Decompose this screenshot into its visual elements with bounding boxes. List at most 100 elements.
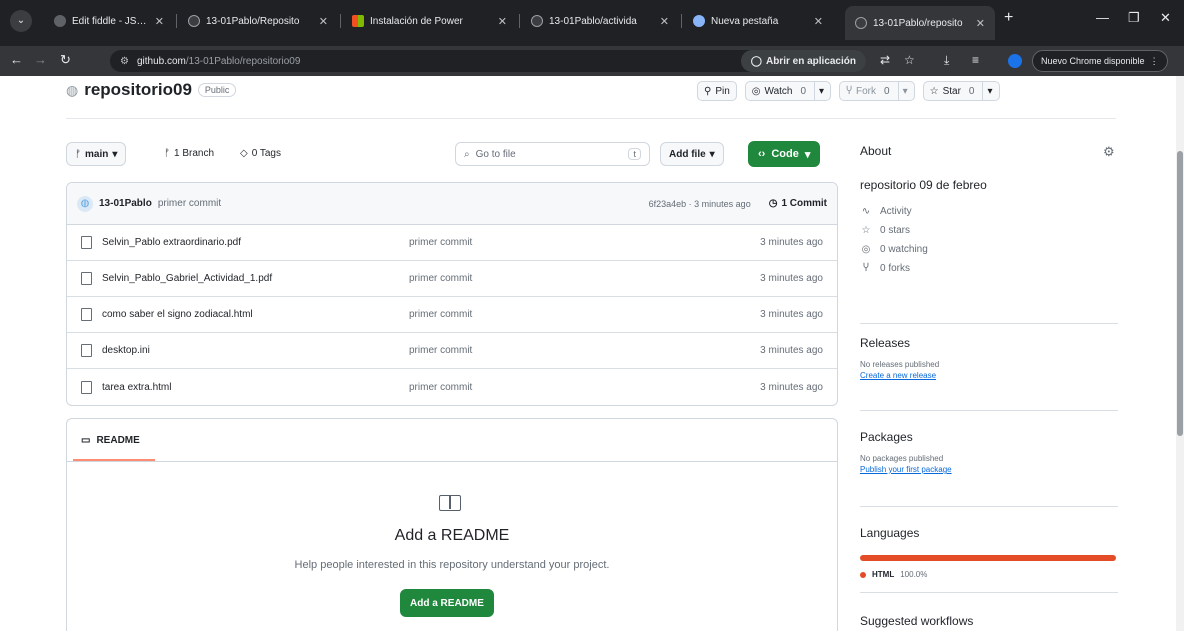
new-tab-icon[interactable]: + — [1004, 9, 1013, 27]
browser-tab[interactable]: 13-01Pablo/Reposito ✕ — [178, 6, 338, 36]
go-to-file-input[interactable]: ⌕ Go to file t — [455, 142, 650, 166]
file-row[interactable]: desktop.ini primer commit 3 minutes ago — [67, 333, 837, 369]
kebab-menu-icon[interactable]: ⋮ — [1150, 56, 1159, 67]
file-commit-message[interactable]: primer commit — [409, 309, 760, 320]
reload-icon[interactable]: ↻ — [60, 52, 71, 68]
chevron-down-icon[interactable]: ▾ — [819, 86, 824, 97]
browser-tab[interactable]: 13-01Pablo/activida ✕ — [521, 6, 679, 36]
file-commit-message[interactable]: primer commit — [409, 237, 760, 248]
file-time: 3 minutes ago — [760, 309, 823, 320]
activity-link[interactable]: ∿ Activity — [860, 206, 1122, 217]
book-open-icon: ▭ — [81, 434, 91, 446]
language-item[interactable]: HTML 100.0% — [860, 570, 927, 579]
chevron-down-icon[interactable]: ▾ — [903, 86, 908, 97]
file-row[interactable]: Selvin_Pablo extraordinario.pdf primer c… — [67, 225, 837, 261]
repo-description: repositorio 09 de febreo — [860, 178, 987, 192]
file-row[interactable]: tarea extra.html primer commit 3 minutes… — [67, 369, 837, 405]
forks-label: 0 forks — [880, 263, 911, 274]
scrollbar-thumb[interactable] — [1177, 151, 1183, 436]
page-scrollbar[interactable] — [1176, 76, 1184, 631]
close-tab-icon[interactable]: ✕ — [660, 15, 669, 28]
bookmark-star-icon[interactable]: ☆ — [904, 53, 915, 67]
readme-divider — [67, 461, 837, 462]
profile-avatar[interactable] — [1008, 54, 1022, 68]
file-commit-message[interactable]: primer commit — [409, 382, 760, 393]
address-bar[interactable]: ⚙ github.com/13-01Pablo/repositorio09 ◯ … — [110, 50, 866, 72]
site-info-icon[interactable]: ⚙ — [120, 56, 129, 67]
branch-name: main — [85, 148, 109, 160]
file-commit-message[interactable]: primer commit — [409, 273, 760, 284]
readme-tab[interactable]: ▭ README — [67, 419, 159, 461]
close-window-icon[interactable]: ✕ — [1160, 10, 1171, 26]
language-percent: 100.0% — [900, 570, 928, 579]
maximize-icon[interactable]: ❐ — [1128, 10, 1140, 26]
gear-icon[interactable]: ⚙ — [1103, 144, 1115, 160]
file-name[interactable]: Selvin_Pablo extraordinario.pdf — [102, 237, 409, 248]
commits-link[interactable]: ◷ 1 Commit — [769, 198, 827, 209]
download-icon[interactable]: ⤓ — [944, 53, 949, 68]
github-icon — [855, 17, 867, 29]
close-tab-icon[interactable]: ✕ — [976, 17, 985, 30]
minimize-icon[interactable]: — — [1096, 10, 1109, 25]
tab-title: Instalación de Power — [370, 15, 463, 27]
open-in-app-button[interactable]: ◯ Abrir en aplicación — [740, 50, 866, 72]
file-icon — [81, 236, 92, 249]
fork-button[interactable]: Ⴤ Fork 0 ▾ — [839, 81, 915, 101]
releases-heading[interactable]: Releases — [860, 336, 939, 350]
browser-tab[interactable]: Instalación de Power ✕ — [342, 6, 517, 36]
workflows-heading: Suggested workflows — [860, 614, 974, 628]
close-tab-icon[interactable]: ✕ — [155, 15, 164, 28]
author-avatar[interactable]: ◍ — [77, 195, 93, 212]
latest-commit-bar: ◍ 13-01Pablo primer commit 6f23a4eb · 3 … — [67, 183, 837, 225]
divider — [897, 82, 899, 100]
watching-link[interactable]: ◎ 0 watching — [860, 244, 1122, 255]
forward-icon[interactable]: → — [34, 52, 47, 67]
pin-button[interactable]: ⚲ Pin — [697, 81, 737, 101]
reading-list-icon[interactable]: ≡ — [972, 53, 979, 67]
readme-panel: ▭ README Add a README Help people intere… — [66, 418, 838, 631]
stars-link[interactable]: ☆ 0 stars — [860, 225, 1122, 236]
packages-heading[interactable]: Packages — [860, 430, 952, 444]
chrome-update-button[interactable]: Nuevo Chrome disponible ⋮ — [1032, 50, 1168, 72]
back-icon[interactable]: ← — [10, 52, 23, 67]
file-row[interactable]: como saber el signo zodiacal.html primer… — [67, 297, 837, 333]
browser-tab[interactable]: Edit fiddle - JSFiddle ✕ — [44, 6, 174, 36]
close-tab-icon[interactable]: ✕ — [319, 15, 328, 28]
translate-icon[interactable]: ⇄ — [880, 53, 890, 67]
file-time: 3 minutes ago — [760, 237, 823, 248]
add-file-button[interactable]: Add file ▾ — [660, 142, 724, 166]
code-button[interactable]: ‹› Code ▾ — [748, 141, 821, 167]
file-name[interactable]: tarea extra.html — [102, 382, 409, 393]
file-name[interactable]: como saber el signo zodiacal.html — [102, 309, 409, 320]
watch-button[interactable]: ◎ Watch 0 ▾ — [744, 81, 832, 101]
chevron-down-icon[interactable]: ▾ — [987, 86, 992, 97]
branches-link[interactable]: ᚠ 1 Branch — [164, 148, 214, 159]
star-button[interactable]: ☆ Star 0 ▾ — [922, 81, 1000, 101]
file-name[interactable]: Selvin_Pablo_Gabriel_Actividad_1.pdf — [102, 273, 409, 284]
browser-tab-active[interactable]: 13-01Pablo/reposito ✕ — [845, 6, 995, 40]
eye-icon: ◎ — [751, 85, 761, 97]
commit-meta[interactable]: 6f23a4eb · 3 minutes ago — [649, 199, 751, 209]
tags-link[interactable]: ◇ 0 Tags — [240, 148, 281, 159]
file-row[interactable]: Selvin_Pablo_Gabriel_Actividad_1.pdf pri… — [67, 261, 837, 297]
commit-author[interactable]: 13-01Pablo — [99, 198, 152, 209]
tab-divider — [519, 14, 520, 28]
file-name[interactable]: desktop.ini — [102, 345, 409, 356]
branch-selector[interactable]: ᚠ main ▾ — [66, 142, 127, 166]
divider — [982, 82, 984, 100]
browser-tab[interactable]: Nueva pestaña ✕ — [683, 6, 833, 36]
add-readme-button[interactable]: Add a README — [400, 589, 494, 617]
repo-name[interactable]: repositorio09 — [84, 80, 192, 100]
sidebar-divider — [860, 323, 1118, 324]
activity-label: Activity — [880, 206, 912, 217]
publish-package-link[interactable]: Publish your first package — [860, 465, 952, 474]
close-tab-icon[interactable]: ✕ — [814, 15, 823, 28]
close-tab-icon[interactable]: ✕ — [498, 15, 507, 28]
star-icon: ☆ — [929, 85, 939, 97]
file-commit-message[interactable]: primer commit — [409, 345, 760, 356]
tab-search-icon[interactable]: ⌄ — [10, 10, 32, 32]
forks-link[interactable]: Ⴤ 0 forks — [860, 263, 1122, 274]
create-release-link[interactable]: Create a new release — [860, 371, 939, 380]
star-label: Star — [942, 85, 961, 97]
commit-message[interactable]: primer commit — [158, 198, 221, 209]
